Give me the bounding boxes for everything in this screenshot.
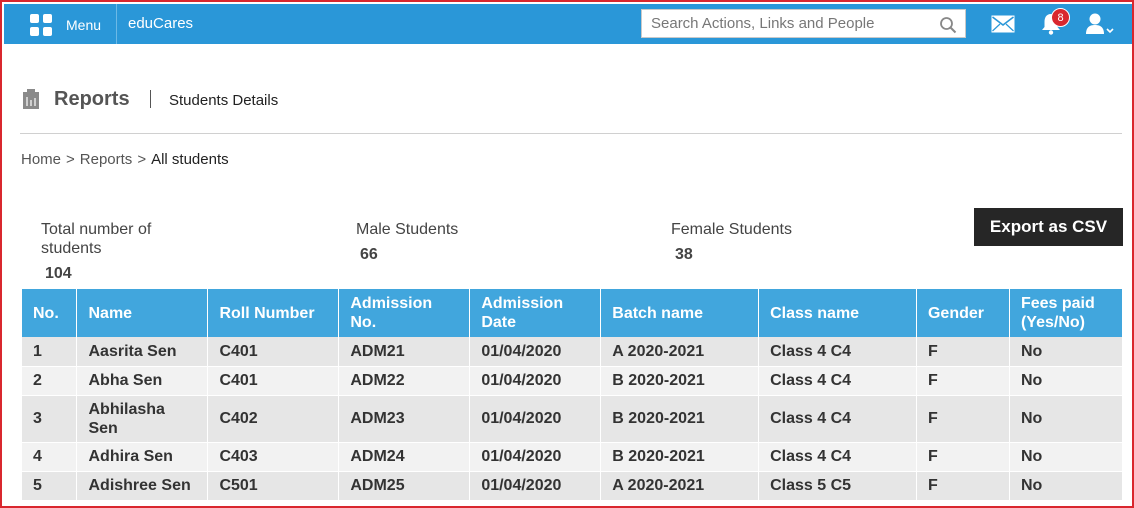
- column-header-admission-no[interactable]: Admission No.: [338, 289, 471, 337]
- breadcrumb-current: All students: [151, 151, 229, 168]
- topbar-divider: [116, 4, 117, 44]
- cell-fees-paid: No: [1009, 471, 1124, 501]
- cell-name: Adishree Sen: [76, 471, 209, 501]
- cell-gender: F: [916, 366, 1010, 396]
- title-separator: [150, 90, 151, 108]
- mail-icon[interactable]: [991, 15, 1015, 33]
- cell-gender: F: [916, 471, 1010, 501]
- students-table: No. Name Roll Number Admission No. Admis…: [22, 289, 1124, 501]
- cell-no: 5: [22, 471, 78, 501]
- app-name[interactable]: eduCares: [128, 15, 193, 32]
- breadcrumb-home[interactable]: Home: [21, 151, 61, 168]
- column-header-name[interactable]: Name: [76, 289, 209, 337]
- cell-no: 3: [22, 395, 78, 443]
- column-header-class-name[interactable]: Class name: [758, 289, 917, 337]
- cell-admission-date: 01/04/2020: [469, 366, 602, 396]
- cell-no: 2: [22, 366, 78, 396]
- search-input[interactable]: [642, 10, 932, 37]
- cell-roll-number: C401: [207, 366, 340, 396]
- column-header-no[interactable]: No.: [22, 289, 78, 337]
- total-students-value: 104: [45, 265, 72, 282]
- breadcrumb-reports[interactable]: Reports: [80, 151, 133, 168]
- cell-gender: F: [916, 337, 1010, 367]
- notification-badge: 8: [1051, 8, 1070, 27]
- menu-label: Menu: [66, 17, 102, 33]
- cell-class-name: Class 5 C5: [758, 471, 917, 501]
- cell-roll-number: C501: [207, 471, 340, 501]
- page-title: Reports: [54, 88, 130, 110]
- cell-batch-name: B 2020-2021: [600, 442, 760, 472]
- breadcrumb-separator: >: [66, 151, 75, 168]
- cell-batch-name: A 2020-2021: [600, 471, 760, 501]
- male-students-value: 66: [360, 246, 378, 263]
- male-students-label: Male Students: [356, 221, 459, 238]
- cell-fees-paid: No: [1009, 395, 1124, 443]
- table-row[interactable]: 1 Aasrita Sen C401 ADM21 01/04/2020 A 20…: [22, 337, 1124, 367]
- female-students-label: Female Students: [671, 221, 792, 238]
- table-row[interactable]: 5 Adishree Sen C501 ADM25 01/04/2020 A 2…: [22, 471, 1124, 501]
- cell-roll-number: C403: [207, 442, 340, 472]
- breadcrumb: Home > Reports > All students: [21, 151, 229, 168]
- cell-admission-date: 01/04/2020: [469, 395, 602, 443]
- search-icon[interactable]: [939, 16, 957, 34]
- report-icon: [23, 89, 39, 109]
- screenshot-frame: Menu eduCares 8: [0, 0, 1134, 508]
- user-avatar-icon[interactable]: [1084, 12, 1114, 36]
- cell-class-name: Class 4 C4: [758, 442, 917, 472]
- table-row[interactable]: 4 Adhira Sen C403 ADM24 01/04/2020 B 202…: [22, 442, 1124, 472]
- column-header-batch-name[interactable]: Batch name: [600, 289, 760, 337]
- total-students-label: Total number of students: [41, 221, 152, 257]
- cell-fees-paid: No: [1009, 442, 1124, 472]
- column-header-admission-date[interactable]: Admission Date: [469, 289, 602, 337]
- cell-class-name: Class 4 C4: [758, 366, 917, 396]
- table-row[interactable]: 2 Abha Sen C401 ADM22 01/04/2020 B 2020-…: [22, 366, 1124, 396]
- page-subtitle: Students Details: [169, 92, 279, 109]
- export-csv-button[interactable]: Export as CSV: [974, 208, 1123, 246]
- cell-gender: F: [916, 442, 1010, 472]
- menu-button[interactable]: Menu: [30, 12, 101, 38]
- column-header-roll-number[interactable]: Roll Number: [207, 289, 340, 337]
- column-header-gender[interactable]: Gender: [916, 289, 1010, 337]
- cell-roll-number: C401: [207, 337, 340, 367]
- cell-admission-no: ADM22: [338, 366, 471, 396]
- cell-no: 1: [22, 337, 78, 367]
- cell-fees-paid: No: [1009, 337, 1124, 367]
- cell-admission-date: 01/04/2020: [469, 471, 602, 501]
- female-students-value: 38: [675, 246, 693, 263]
- table-header-row: No. Name Roll Number Admission No. Admis…: [22, 289, 1124, 337]
- cell-batch-name: B 2020-2021: [600, 366, 760, 396]
- cell-gender: F: [916, 395, 1010, 443]
- search-box: [641, 9, 966, 38]
- cell-class-name: Class 4 C4: [758, 395, 917, 443]
- cell-name: Aasrita Sen: [76, 337, 209, 367]
- cell-batch-name: B 2020-2021: [600, 395, 760, 443]
- cell-name: Abhilasha Sen: [76, 395, 209, 443]
- cell-admission-date: 01/04/2020: [469, 442, 602, 472]
- column-header-fees-paid[interactable]: Fees paid (Yes/No): [1009, 289, 1124, 337]
- cell-admission-no: ADM23: [338, 395, 471, 443]
- cell-admission-date: 01/04/2020: [469, 337, 602, 367]
- cell-name: Abha Sen: [76, 366, 209, 396]
- cell-batch-name: A 2020-2021: [600, 337, 760, 367]
- header-divider: [20, 133, 1122, 134]
- cell-no: 4: [22, 442, 78, 472]
- cell-class-name: Class 4 C4: [758, 337, 917, 367]
- breadcrumb-separator: >: [137, 151, 147, 168]
- cell-roll-number: C402: [207, 395, 340, 443]
- cell-admission-no: ADM24: [338, 442, 471, 472]
- cell-admission-no: ADM25: [338, 471, 471, 501]
- grid-menu-icon: [30, 14, 52, 36]
- cell-fees-paid: No: [1009, 366, 1124, 396]
- cell-name: Adhira Sen: [76, 442, 209, 472]
- table-row[interactable]: 3 Abhilasha Sen C402 ADM23 01/04/2020 B …: [22, 395, 1124, 443]
- top-bar: Menu eduCares 8: [4, 4, 1132, 44]
- cell-admission-no: ADM21: [338, 337, 471, 367]
